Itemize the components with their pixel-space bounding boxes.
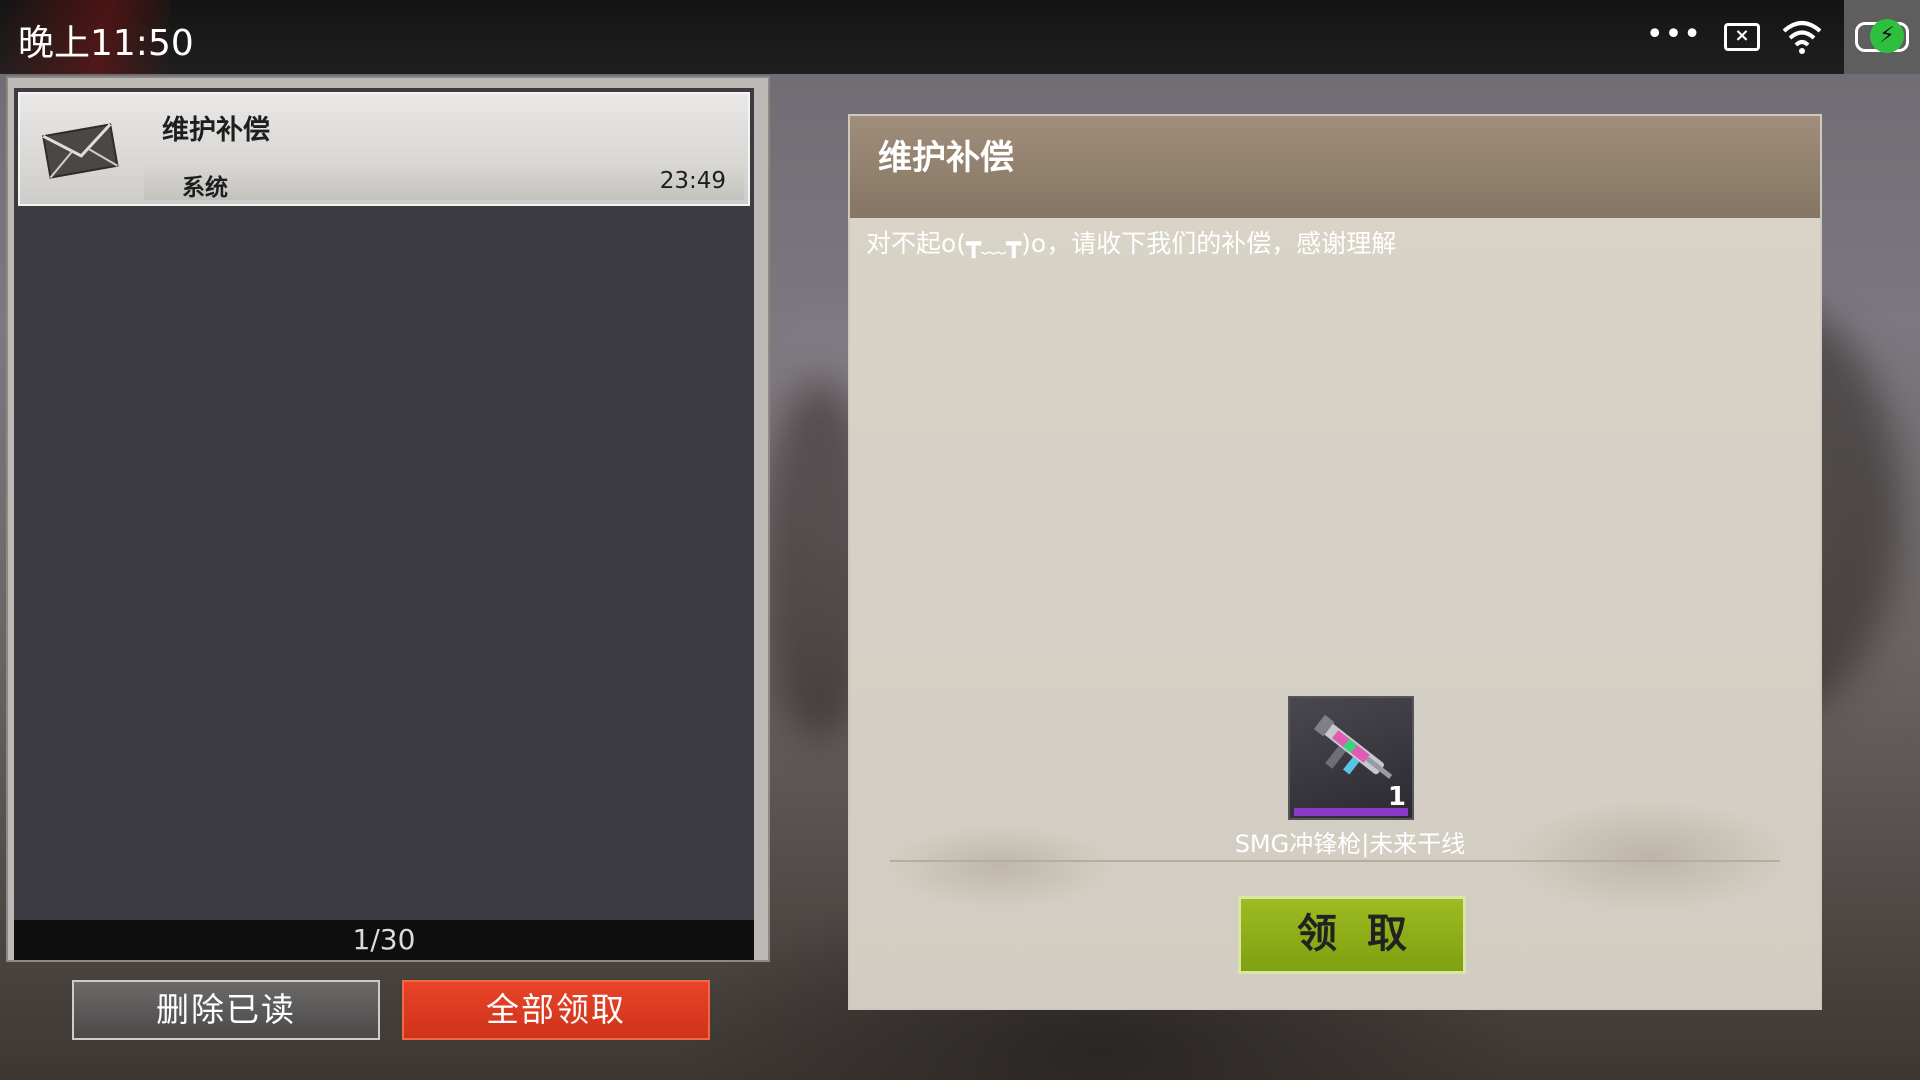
claim-all-button[interactable]: 全部领取 — [402, 980, 710, 1040]
mail-list-panel: 维护补偿 系统 23:49 1/30 — [8, 78, 768, 960]
detail-divider — [890, 860, 1780, 862]
more-dots-icon: ••• — [1645, 16, 1702, 52]
envelope-icon — [42, 123, 119, 179]
detail-body-text: 对不起o(┳﹏┳)o，请收下我们的补偿，感谢理解 — [866, 229, 1397, 258]
mail-time: 23:49 — [659, 168, 726, 194]
claim-button[interactable]: 领取 — [1238, 896, 1466, 974]
mail-detail-panel: 维护补偿 对不起o(┳﹏┳)o，请收下我们的补偿，感谢理解 1 SMG冲锋枪|未… — [850, 116, 1820, 1008]
reward-name: SMG冲锋枪|未来干线 — [1234, 830, 1466, 858]
wifi-icon — [1782, 21, 1822, 54]
status-time: 晚上11:50 — [18, 23, 194, 64]
notification-box-icon: × — [1724, 23, 1760, 51]
detail-title: 维护补偿 — [878, 138, 1014, 178]
battery-area: ⚡ — [1844, 0, 1920, 74]
reward-item-slot[interactable]: 1 — [1288, 696, 1414, 820]
mail-list-item[interactable]: 维护补偿 系统 23:49 — [18, 92, 750, 206]
mail-list[interactable]: 维护补偿 系统 23:49 — [14, 88, 754, 928]
mail-title: 维护补偿 — [162, 115, 270, 146]
battery-charging-icon: ⚡ — [1855, 19, 1909, 53]
detail-header: 维护补偿 — [850, 116, 1820, 218]
mail-pager: 1/30 — [14, 920, 754, 960]
mail-meta: 系统 23:49 — [144, 166, 744, 201]
mail-sender: 系统 — [182, 175, 228, 201]
status-bar: 晚上11:50 ••• × ⚡ — [0, 0, 1920, 74]
delete-read-button[interactable]: 删除已读 — [72, 980, 380, 1040]
rarity-bar — [1294, 808, 1408, 816]
status-icons: ••• × ⚡ — [1646, 0, 1920, 74]
